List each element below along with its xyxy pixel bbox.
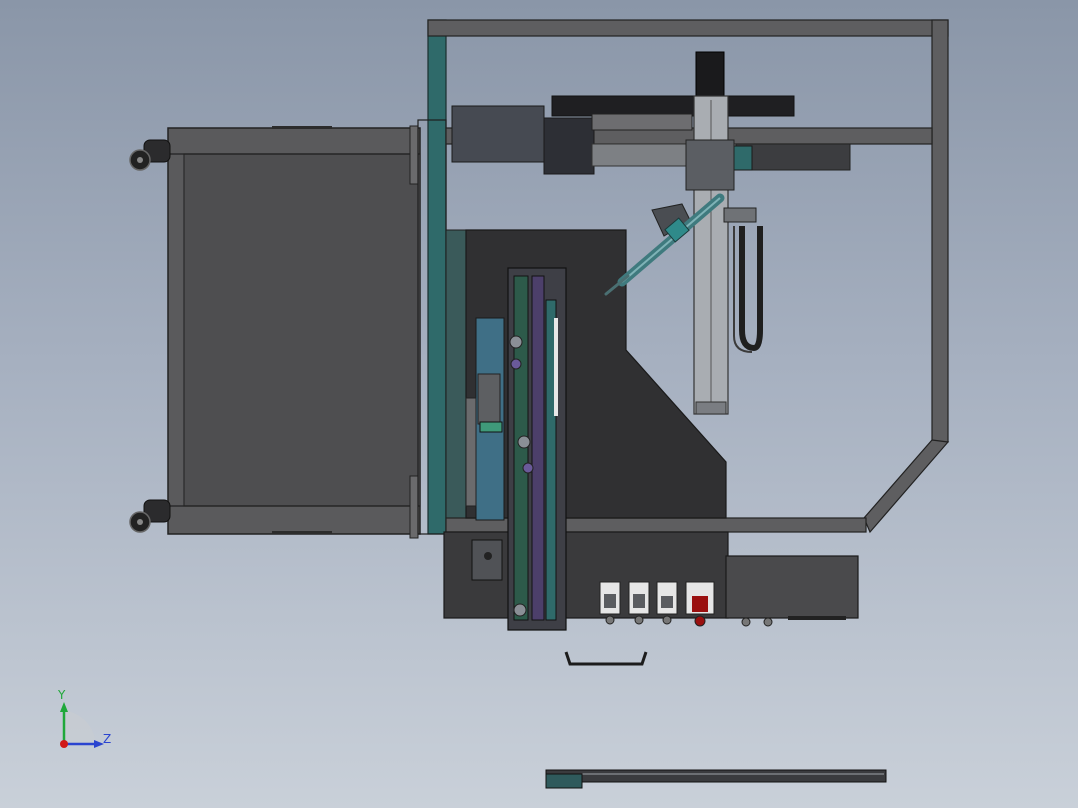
rotary-index-table [465,267,567,631]
caster-wheel [129,499,171,533]
z-axis-label: Z [103,732,112,746]
cad-viewport[interactable]: Y Z [0,0,1078,808]
mobile-cart-frame [167,125,421,539]
y-axis-label: Y [58,688,66,702]
machine-model[interactable] [0,0,1078,808]
floor-rail [545,769,887,789]
caster-wheel [129,139,171,171]
cabinet-handle [564,651,648,666]
control-cabinet [443,229,859,620]
main-column [417,19,467,535]
